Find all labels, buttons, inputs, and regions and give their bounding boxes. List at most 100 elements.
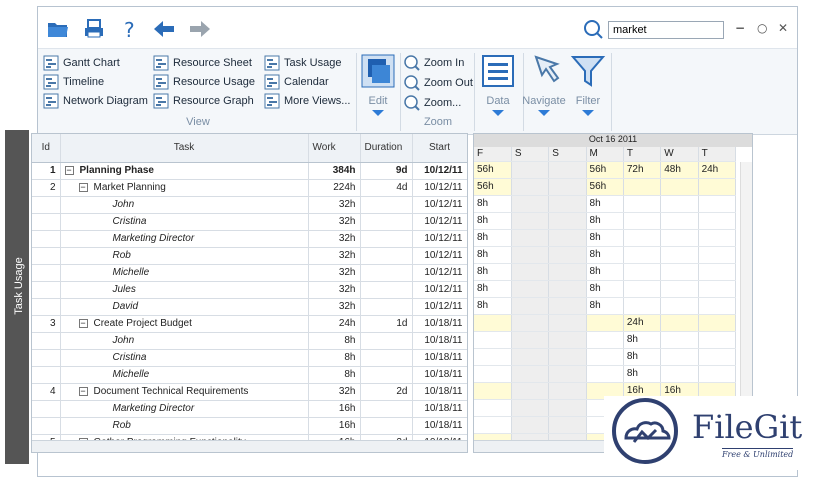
- work-cell[interactable]: 32h: [308, 383, 361, 401]
- usage-cell[interactable]: [623, 195, 662, 213]
- start-cell[interactable]: 10/12/11: [412, 230, 467, 248]
- column-header[interactable]: Task: [60, 134, 309, 163]
- print-icon[interactable]: [82, 17, 106, 41]
- task-name-cell[interactable]: David: [60, 298, 309, 316]
- usage-cell[interactable]: [548, 195, 587, 213]
- task-name-cell[interactable]: Cristina: [60, 213, 309, 231]
- usage-cell[interactable]: [548, 229, 587, 247]
- work-cell[interactable]: 32h: [308, 264, 361, 282]
- usage-cell[interactable]: [474, 314, 512, 332]
- usage-cell[interactable]: [511, 416, 550, 434]
- start-cell[interactable]: 10/12/11: [412, 281, 467, 299]
- grid-horizontal-scrollbar[interactable]: [32, 440, 467, 452]
- usage-cell[interactable]: [698, 280, 737, 298]
- usage-cell[interactable]: [623, 263, 662, 281]
- work-cell[interactable]: 384h: [308, 162, 361, 180]
- table-row[interactable]: 1− Planning Phase 384h 9d 10/12/11: [32, 162, 467, 180]
- work-cell[interactable]: 16h: [308, 417, 361, 435]
- start-cell[interactable]: 10/18/11: [412, 366, 467, 384]
- data-button[interactable]: Data: [476, 53, 520, 116]
- usage-cell[interactable]: [698, 229, 737, 247]
- forward-arrow-icon[interactable]: [188, 17, 212, 41]
- task-name-cell[interactable]: Cristina: [60, 349, 309, 367]
- usage-cell[interactable]: [698, 365, 737, 383]
- usage-cell[interactable]: [548, 161, 587, 179]
- usage-cell[interactable]: [511, 314, 550, 332]
- usage-cell[interactable]: [511, 297, 550, 315]
- usage-cell[interactable]: [623, 212, 662, 230]
- usage-cell[interactable]: [548, 314, 587, 332]
- work-cell[interactable]: 8h: [308, 349, 361, 367]
- usage-cell[interactable]: 56h: [474, 178, 512, 196]
- task-name-cell[interactable]: John: [60, 196, 309, 214]
- view-calendar[interactable]: Calendar: [264, 73, 329, 90]
- usage-cell[interactable]: [511, 161, 550, 179]
- table-row[interactable]: 4− Document Technical Requirements 32h 2d 10…: [32, 383, 467, 401]
- collapse-toggle-icon[interactable]: −: [78, 386, 88, 396]
- usage-cell[interactable]: [548, 280, 587, 298]
- start-cell[interactable]: 10/12/11: [412, 247, 467, 265]
- start-cell[interactable]: 10/18/11: [412, 315, 467, 333]
- column-header[interactable]: Work: [308, 134, 361, 163]
- duration-cell[interactable]: [360, 230, 413, 248]
- usage-cell[interactable]: [548, 263, 587, 281]
- usage-cell[interactable]: [511, 212, 550, 230]
- collapse-toggle-icon[interactable]: −: [78, 182, 88, 192]
- usage-cell[interactable]: [586, 314, 624, 332]
- usage-cell[interactable]: [698, 348, 737, 366]
- usage-cell[interactable]: [474, 399, 512, 417]
- usage-cell[interactable]: [548, 365, 587, 383]
- duration-cell[interactable]: [360, 366, 413, 384]
- view-more-views[interactable]: More Views...: [264, 92, 350, 109]
- usage-cell[interactable]: [698, 331, 737, 349]
- usage-cell[interactable]: [548, 212, 587, 230]
- work-cell[interactable]: 32h: [308, 230, 361, 248]
- usage-cell[interactable]: 8h: [623, 365, 662, 383]
- table-row[interactable]: John 32h 10/12/11: [32, 196, 467, 214]
- minimize-icon[interactable]: −: [735, 21, 745, 35]
- column-header[interactable]: Id: [32, 134, 61, 163]
- task-name-cell[interactable]: Rob: [60, 247, 309, 265]
- task-name-cell[interactable]: Marketing Director: [60, 400, 309, 418]
- collapse-toggle-icon[interactable]: −: [78, 318, 88, 328]
- usage-cell[interactable]: 8h: [623, 331, 662, 349]
- open-folder-icon[interactable]: [46, 17, 70, 41]
- collapse-toggle-icon[interactable]: −: [64, 165, 74, 175]
- usage-cell[interactable]: 56h: [586, 161, 624, 179]
- zoom-item[interactable]: Zoom In: [404, 54, 464, 71]
- usage-cell[interactable]: [511, 399, 550, 417]
- duration-cell[interactable]: [360, 349, 413, 367]
- usage-cell[interactable]: 8h: [586, 280, 624, 298]
- table-row[interactable]: Jules 32h 10/12/11: [32, 281, 467, 299]
- duration-cell[interactable]: 2d: [360, 383, 413, 401]
- duration-cell[interactable]: 4d: [360, 179, 413, 197]
- work-cell[interactable]: 224h: [308, 179, 361, 197]
- usage-cell[interactable]: [660, 314, 699, 332]
- usage-cell[interactable]: [511, 263, 550, 281]
- usage-cell[interactable]: [660, 365, 699, 383]
- task-name-cell[interactable]: Jules: [60, 281, 309, 299]
- table-row[interactable]: Rob 32h 10/12/11: [32, 247, 467, 265]
- usage-cell[interactable]: [511, 195, 550, 213]
- usage-cell[interactable]: 8h: [586, 229, 624, 247]
- usage-cell[interactable]: [548, 178, 587, 196]
- task-name-cell[interactable]: Rob: [60, 417, 309, 435]
- column-header[interactable]: Start: [412, 134, 467, 163]
- usage-cell[interactable]: [660, 195, 699, 213]
- usage-cell[interactable]: [698, 212, 737, 230]
- usage-cell[interactable]: 8h: [474, 246, 512, 264]
- usage-cell[interactable]: [660, 246, 699, 264]
- usage-cell[interactable]: [548, 348, 587, 366]
- usage-cell[interactable]: [511, 246, 550, 264]
- usage-cell[interactable]: [660, 178, 699, 196]
- start-cell[interactable]: 10/12/11: [412, 196, 467, 214]
- edit-button[interactable]: Edit: [356, 53, 400, 116]
- zoom-item[interactable]: Zoom Out: [404, 74, 473, 91]
- usage-cell[interactable]: [660, 348, 699, 366]
- duration-cell[interactable]: 9d: [360, 162, 413, 180]
- usage-cell[interactable]: [511, 280, 550, 298]
- search-input[interactable]: [608, 21, 724, 39]
- view-resource-usage[interactable]: Resource Usage: [153, 73, 255, 90]
- table-row[interactable]: Michelle 8h 10/18/11: [32, 366, 467, 384]
- usage-cell[interactable]: [698, 297, 737, 315]
